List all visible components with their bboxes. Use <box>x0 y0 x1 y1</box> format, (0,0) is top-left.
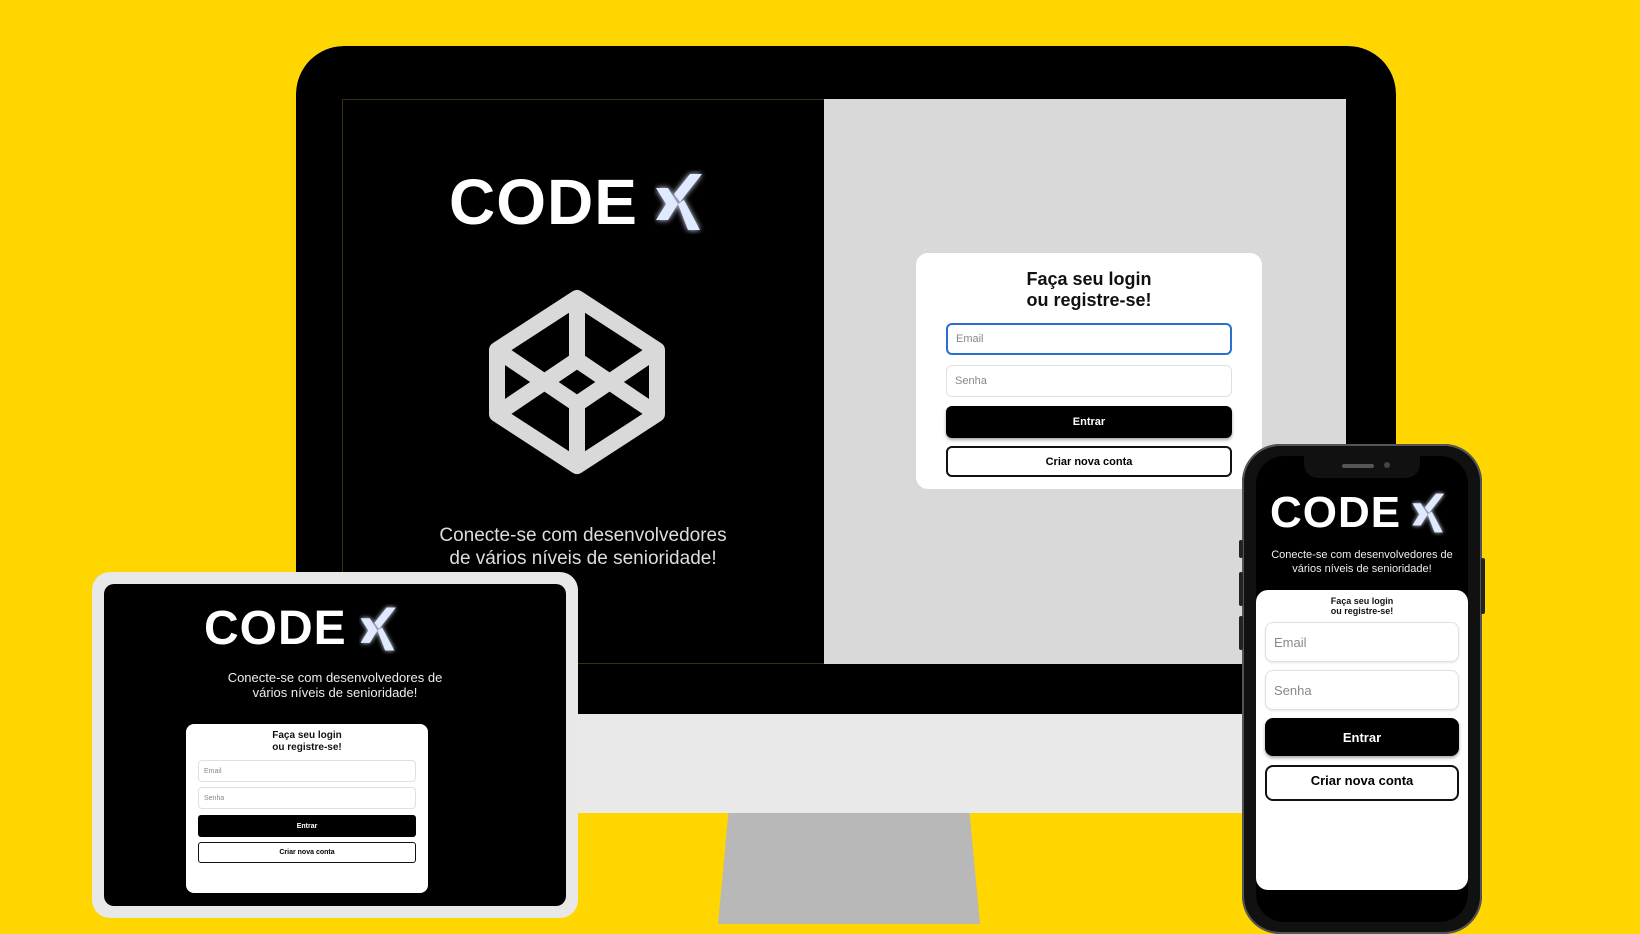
mobile-screen: CODE Conecte-se com desenvolvedores de v… <box>1256 456 1468 922</box>
login-title-line: ou registre-se! <box>1026 290 1152 310</box>
code-x-logo: CODE <box>1270 490 1447 536</box>
volume-button <box>1239 572 1243 606</box>
login-title-line: ou registre-se! <box>1330 606 1394 616</box>
tagline-line: vários níveis de senioridade! <box>252 685 418 700</box>
volume-button <box>1239 540 1243 558</box>
create-account-button[interactable]: Criar nova conta <box>946 446 1232 477</box>
power-button <box>1481 558 1485 614</box>
email-placeholder: Email <box>956 333 984 345</box>
password-field[interactable]: Senha <box>1265 670 1459 710</box>
tagline-line: de vários níveis de senioridade! <box>449 548 717 569</box>
email-placeholder: Email <box>1274 634 1307 650</box>
login-card: Faça seu login ou registre-se! Email Sen… <box>916 253 1262 489</box>
glowing-x-mark-icon <box>1412 493 1445 533</box>
login-title-line: Faça seu login <box>1330 596 1394 606</box>
login-button[interactable]: Entrar <box>1265 718 1459 756</box>
email-field[interactable]: Email <box>946 323 1232 355</box>
login-title-line: Faça seu login <box>272 730 342 741</box>
tagline-line: Conecte-se com desenvolvedores de <box>227 670 443 685</box>
glowing-x-mark-icon <box>360 607 396 651</box>
codepen-cube-icon <box>489 290 665 474</box>
login-card: Faça seu login ou registre-se! Email Sen… <box>186 724 428 893</box>
code-x-logo: CODE <box>204 604 399 654</box>
email-field[interactable]: Email <box>1265 622 1459 662</box>
create-account-button[interactable]: Criar nova conta <box>198 842 416 863</box>
password-placeholder: Senha <box>1274 682 1312 698</box>
front-camera <box>1384 462 1390 468</box>
glowing-x-mark-icon <box>655 174 702 230</box>
login-button[interactable]: Entrar <box>198 815 416 837</box>
logo-text: CODE <box>449 166 638 238</box>
tagline-line: Conecte-se com desenvolvedores <box>439 525 727 546</box>
tablet-screen: CODE Conecte-se com desenvolvedores de v… <box>104 584 566 906</box>
speaker-grille <box>1342 464 1374 468</box>
password-placeholder: Senha <box>204 794 225 802</box>
email-placeholder: Email <box>204 767 222 775</box>
tagline-line: Conecte-se com desenvolvedores de <box>1271 549 1453 561</box>
code-x-logo: CODE <box>449 170 706 234</box>
password-field[interactable]: Senha <box>946 365 1232 397</box>
phone-notch <box>1304 456 1420 478</box>
tagline: Conecte-se com desenvolvedores de vários… <box>164 670 506 700</box>
login-title-line: ou registre-se! <box>272 742 342 753</box>
login-button[interactable]: Entrar <box>946 406 1232 438</box>
login-title: Faça seu login ou registre-se! <box>272 730 341 754</box>
login-card: Faça seu login ou registre-se! Email Sen… <box>1256 590 1468 890</box>
create-account-button[interactable]: Criar nova conta <box>1265 765 1459 801</box>
logo-text: CODE <box>1270 488 1402 537</box>
password-placeholder: Senha <box>955 375 987 387</box>
login-title: Faça seu login ou registre-se! <box>1331 596 1394 616</box>
tagline: Conecte-se com desenvolvedores de vários… <box>383 524 783 570</box>
volume-button <box>1239 616 1243 650</box>
mobile-device: CODE Conecte-se com desenvolvedores de v… <box>1239 444 1485 934</box>
password-field[interactable]: Senha <box>198 787 416 809</box>
logo-text: CODE <box>204 602 347 655</box>
login-title-line: Faça seu login <box>1026 269 1152 289</box>
tagline-line: vários níveis de senioridade! <box>1292 563 1432 575</box>
monitor-stand <box>718 812 980 924</box>
tablet-device: CODE Conecte-se com desenvolvedores de v… <box>92 572 578 918</box>
tagline: Conecte-se com desenvolvedores de vários… <box>1260 548 1464 576</box>
login-title: Faça seu login ou registre-se! <box>1026 269 1151 311</box>
email-field[interactable]: Email <box>198 760 416 782</box>
